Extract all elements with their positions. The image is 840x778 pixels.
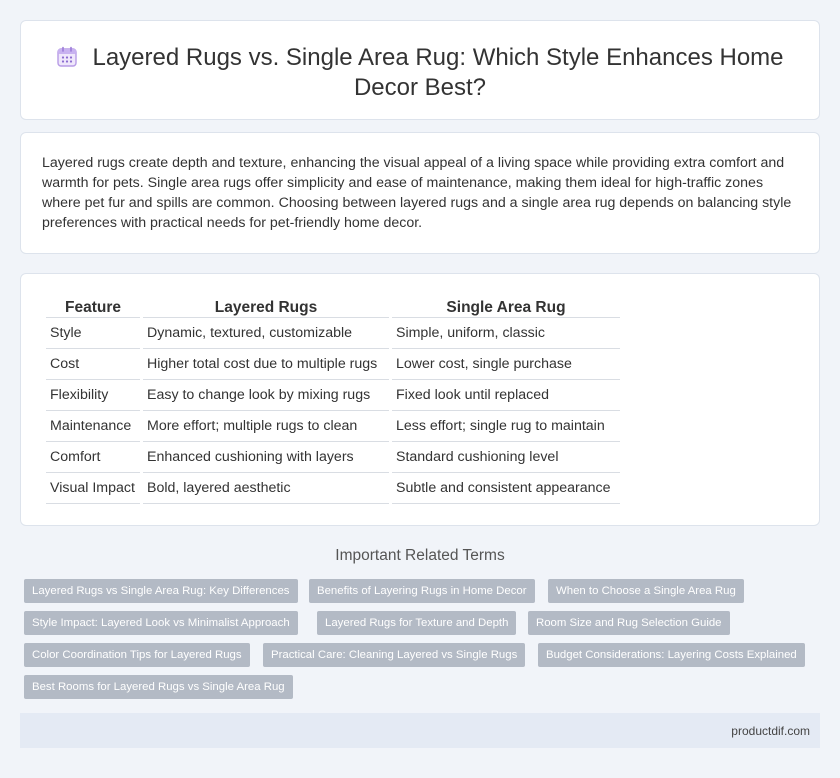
related-term-link[interactable]: Layered Rugs for Texture and Depth bbox=[317, 611, 517, 635]
table-cell: Enhanced cushioning with layers bbox=[143, 442, 389, 473]
table-cell: Lower cost, single purchase bbox=[392, 349, 620, 380]
table-header-row: Feature Layered Rugs Single Area Rug bbox=[46, 296, 620, 318]
table-cell: More effort; multiple rugs to clean bbox=[143, 411, 389, 442]
related-term-link[interactable]: Budget Considerations: Layering Costs Ex… bbox=[538, 643, 805, 667]
table-row: Style Dynamic, textured, customizable Si… bbox=[46, 318, 620, 349]
intro-paragraph: Layered rugs create depth and texture, e… bbox=[42, 155, 792, 231]
table-row: Visual Impact Bold, layered aesthetic Su… bbox=[46, 473, 620, 504]
related-term-link[interactable]: Room Size and Rug Selection Guide bbox=[528, 611, 730, 635]
table-cell: Flexibility bbox=[46, 380, 140, 411]
intro-card: Layered rugs create depth and texture, e… bbox=[20, 132, 820, 254]
related-term-link[interactable]: Best Rooms for Layered Rugs vs Single Ar… bbox=[24, 675, 293, 699]
related-term-link[interactable]: Benefits of Layering Rugs in Home Decor bbox=[309, 579, 535, 603]
table-cell: Bold, layered aesthetic bbox=[143, 473, 389, 504]
related-terms-title: Important Related Terms bbox=[335, 547, 505, 564]
related-term-link[interactable]: Layered Rugs vs Single Area Rug: Key Dif… bbox=[24, 579, 298, 603]
table-row: Maintenance More effort; multiple rugs t… bbox=[46, 411, 620, 442]
comparison-card: Feature Layered Rugs Single Area Rug Sty… bbox=[20, 273, 820, 526]
table-cell: Less effort; single rug to maintain bbox=[392, 411, 620, 442]
table-cell: Fixed look until replaced bbox=[392, 380, 620, 411]
page-title: Layered Rugs vs. Single Area Rug: Which … bbox=[21, 43, 819, 103]
table-cell: Easy to change look by mixing rugs bbox=[143, 380, 389, 411]
table-row: Comfort Enhanced cushioning with layers … bbox=[46, 442, 620, 473]
related-term-link[interactable]: When to Choose a Single Area Rug bbox=[548, 579, 744, 603]
table-row: Cost Higher total cost due to multiple r… bbox=[46, 349, 620, 380]
related-term-link[interactable]: Practical Care: Cleaning Layered vs Sing… bbox=[263, 643, 526, 667]
title-line-1: Layered Rugs vs. Single Area Rug: Which … bbox=[92, 44, 784, 71]
table-cell: Maintenance bbox=[46, 411, 140, 442]
table-cell: Comfort bbox=[46, 442, 140, 473]
title-card: Layered Rugs vs. Single Area Rug: Which … bbox=[20, 20, 820, 120]
table-cell: Simple, uniform, classic bbox=[392, 318, 620, 349]
comparison-table: Feature Layered Rugs Single Area Rug Sty… bbox=[43, 296, 623, 504]
table-cell: Style bbox=[46, 318, 140, 349]
title-line-2: Decor Best? bbox=[353, 74, 487, 101]
table-cell: Cost bbox=[46, 349, 140, 380]
table-cell: Subtle and consistent appearance bbox=[392, 473, 620, 504]
table-cell: Standard cushioning level bbox=[392, 442, 620, 473]
related-term-link[interactable]: Color Coordination Tips for Layered Rugs bbox=[24, 643, 250, 667]
calendar-icon bbox=[57, 46, 78, 67]
header-single-area-rug: Single Area Rug bbox=[392, 296, 620, 318]
related-term-link[interactable]: Style Impact: Layered Look vs Minimalist… bbox=[24, 611, 298, 635]
header-layered-rugs: Layered Rugs bbox=[143, 296, 389, 318]
header-feature: Feature bbox=[46, 296, 140, 318]
table-cell: Dynamic, textured, customizable bbox=[143, 318, 389, 349]
footer: productdif.com bbox=[20, 713, 820, 748]
footer-site-name[interactable]: productdif.com bbox=[731, 724, 810, 738]
table-cell: Visual Impact bbox=[46, 473, 140, 504]
table-cell: Higher total cost due to multiple rugs bbox=[143, 349, 389, 380]
table-row: Flexibility Easy to change look by mixin… bbox=[46, 380, 620, 411]
